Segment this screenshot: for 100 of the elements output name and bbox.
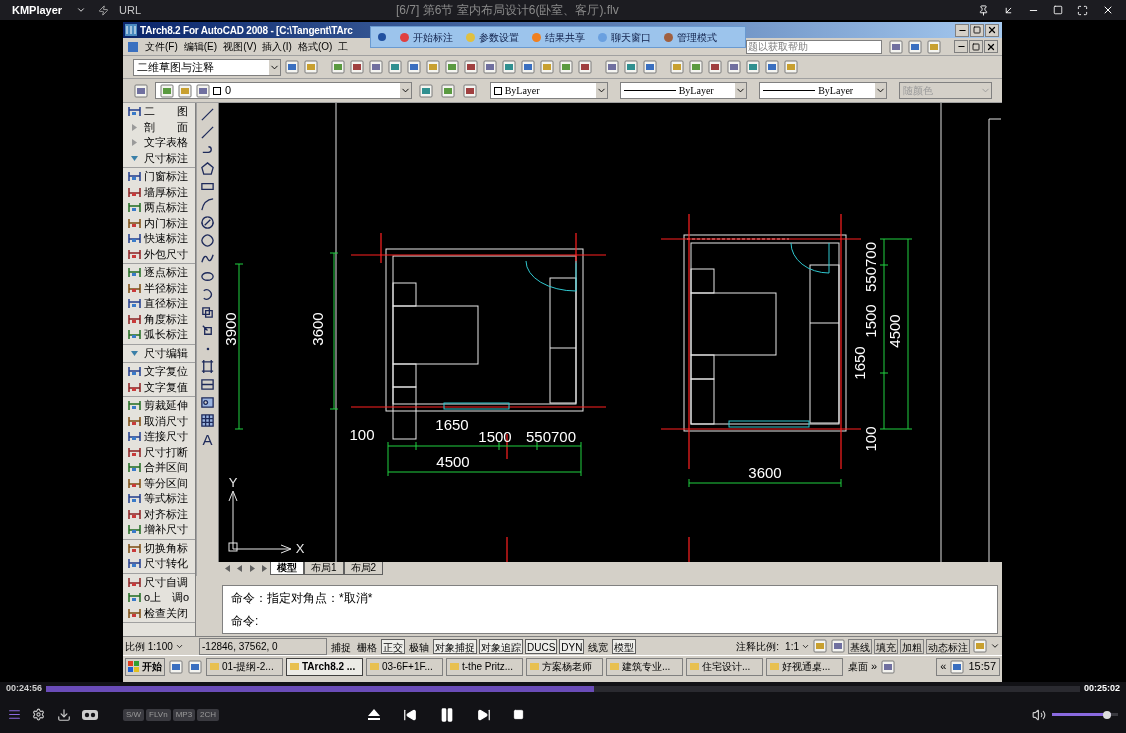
draw-tool-icon[interactable]	[200, 269, 215, 284]
menu-item[interactable]: 格式(O)	[297, 39, 333, 54]
layer-dropdown[interactable]: 0	[155, 82, 412, 99]
draw-tool-icon[interactable]	[200, 305, 215, 320]
stop-icon[interactable]	[513, 709, 525, 720]
toolbar-icon[interactable]	[461, 82, 478, 99]
status-button[interactable]: 加粗	[900, 638, 924, 654]
restore-button[interactable]	[970, 23, 984, 37]
linetype-dropdown[interactable]: ByLayer	[759, 82, 887, 99]
toolbar-icon[interactable]	[949, 658, 966, 675]
toolbar-icon[interactable]	[159, 82, 175, 99]
status-toggle[interactable]: 正交	[381, 638, 405, 654]
status-toggle[interactable]: DUCS	[525, 638, 558, 654]
panel-tool-item[interactable]: 文字复值	[123, 379, 195, 395]
toolbar-icon[interactable]	[764, 59, 780, 75]
settings-icon[interactable]	[32, 708, 45, 721]
draw-tool-icon[interactable]	[200, 413, 215, 428]
toolbar-icon[interactable]	[168, 658, 184, 675]
panel-tool-item[interactable]: 两点标注	[123, 200, 195, 216]
toolbar-icon[interactable]	[604, 59, 620, 75]
panel-tool-item[interactable]: 等式标注	[123, 491, 195, 507]
status-button[interactable]: 基线	[848, 638, 872, 654]
toolbar-icon[interactable]	[444, 59, 460, 75]
taskbar-button[interactable]: 03-6F+1F...	[366, 657, 443, 676]
panel-tool-item[interactable]: 弧长标注	[123, 327, 195, 343]
taskbar-button[interactable]: 住宅设计...	[686, 657, 763, 676]
panel-tool-item[interactable]: 取消尺寸	[123, 413, 195, 429]
toolbar-icon[interactable]	[520, 59, 536, 75]
panel-tool-item[interactable]: 内门标注	[123, 215, 195, 231]
panel-tool-item[interactable]: 合并区间	[123, 460, 195, 476]
toolbar-icon[interactable]	[888, 38, 904, 55]
status-toggle[interactable]: 捕捉	[329, 638, 353, 654]
status-button[interactable]: 填充	[874, 638, 898, 654]
linetype-dropdown[interactable]: ByLayer	[619, 82, 748, 99]
toolbar-icon[interactable]	[406, 59, 422, 75]
toolbar-icon[interactable]	[349, 59, 365, 75]
toolbar-icon[interactable]	[187, 658, 203, 675]
layout-tab[interactable]: 布局2	[343, 562, 384, 575]
popup-tool-button[interactable]: 开始标注	[399, 29, 453, 45]
status-menu-icon[interactable]	[990, 641, 1000, 651]
more-button[interactable]: »	[871, 658, 878, 675]
maximize-icon[interactable]	[1053, 5, 1063, 15]
lightning-icon[interactable]	[98, 4, 109, 16]
draw-tool-icon[interactable]	[200, 233, 215, 248]
status-button[interactable]: 动态标注	[926, 638, 970, 654]
volume-icon[interactable]	[1032, 707, 1046, 722]
panel-tool-item[interactable]: 剪裁延伸	[123, 398, 195, 414]
restore-button[interactable]	[969, 40, 983, 53]
popup-tool-button[interactable]: 结果共享	[531, 29, 585, 45]
toolbar-icon[interactable]	[417, 82, 434, 99]
panel-section-header[interactable]: 尺寸标注	[123, 150, 195, 166]
panel-tool-item[interactable]: 检查关闭	[123, 605, 195, 621]
slider-thumb[interactable]	[1103, 710, 1112, 719]
menu-item[interactable]: 编辑(E)	[183, 39, 218, 54]
close-button[interactable]	[984, 40, 998, 53]
panel-section-header[interactable]: 尺寸编辑	[123, 345, 195, 361]
status-toggle[interactable]: 对象捕捉	[433, 638, 477, 654]
toolbar-icon[interactable]	[880, 658, 897, 675]
panel-tool-item[interactable]: 尺寸自调	[123, 574, 195, 590]
panel-section-header[interactable]: 剖 面	[123, 119, 195, 135]
menu-item[interactable]: 插入(I)	[262, 39, 292, 54]
toolbar-icon[interactable]	[623, 59, 639, 75]
panel-tool-item[interactable]: 文字复位	[123, 364, 195, 380]
toolbar-icon[interactable]	[439, 82, 456, 99]
taskbar-button[interactable]: 好视通桌...	[766, 657, 843, 676]
status-toggle[interactable]: 模型	[612, 638, 637, 654]
fullscreen-icon[interactable]	[1077, 4, 1088, 16]
layout-tab[interactable]: 布局1	[304, 562, 344, 575]
menu-item[interactable]: 文件(F)	[145, 39, 178, 54]
toolbar-icon[interactable]	[133, 82, 149, 99]
text-tool[interactable]: A	[202, 431, 213, 448]
popup-tool-button[interactable]: 聊天窗口	[597, 29, 651, 45]
toolbar-icon[interactable]	[284, 59, 300, 75]
draw-tool-icon[interactable]	[200, 395, 215, 410]
draw-tool-icon[interactable]	[200, 323, 215, 338]
toolbar-icon[interactable]	[707, 59, 723, 75]
draw-tool-icon[interactable]	[200, 359, 215, 374]
menu-item[interactable]: 工	[338, 39, 349, 54]
panel-tool-item[interactable]: 外包尺寸	[123, 246, 195, 262]
color-dropdown[interactable]: ByLayer	[489, 82, 608, 99]
toolbar-icon[interactable]	[501, 59, 517, 75]
panel-tool-item[interactable]: 角度标注	[123, 311, 195, 327]
workspace-dropdown[interactable]: 二维草图与注释	[133, 58, 281, 76]
taskbar-button[interactable]: 方案杨老师	[526, 657, 603, 676]
panel-tool-item[interactable]: 墙厚标注	[123, 184, 195, 200]
draw-tool-icon[interactable]	[200, 107, 215, 122]
toolbar-icon[interactable]	[726, 59, 742, 75]
popup-tool-button[interactable]: 参数设置	[465, 29, 519, 45]
toolbar-icon[interactable]	[830, 638, 846, 654]
taskbar-button[interactable]: 建筑专业...	[606, 657, 683, 676]
toolbar-icon[interactable]	[688, 59, 704, 75]
panel-tool-item[interactable]: 逐点标注	[123, 265, 195, 281]
panel-tool-item[interactable]: 连接尺寸	[123, 429, 195, 445]
status-toggle[interactable]: 极轴	[407, 638, 431, 654]
taskbar-button[interactable]: t-the Pritz...	[446, 657, 523, 676]
close-button[interactable]	[985, 23, 999, 37]
help-search-field[interactable]: 题以获取帮助	[746, 39, 882, 54]
draw-tool-icon[interactable]	[200, 215, 215, 230]
status-toggle[interactable]: 栅格	[355, 638, 379, 654]
menu-item[interactable]: 视图(V)	[223, 39, 257, 54]
